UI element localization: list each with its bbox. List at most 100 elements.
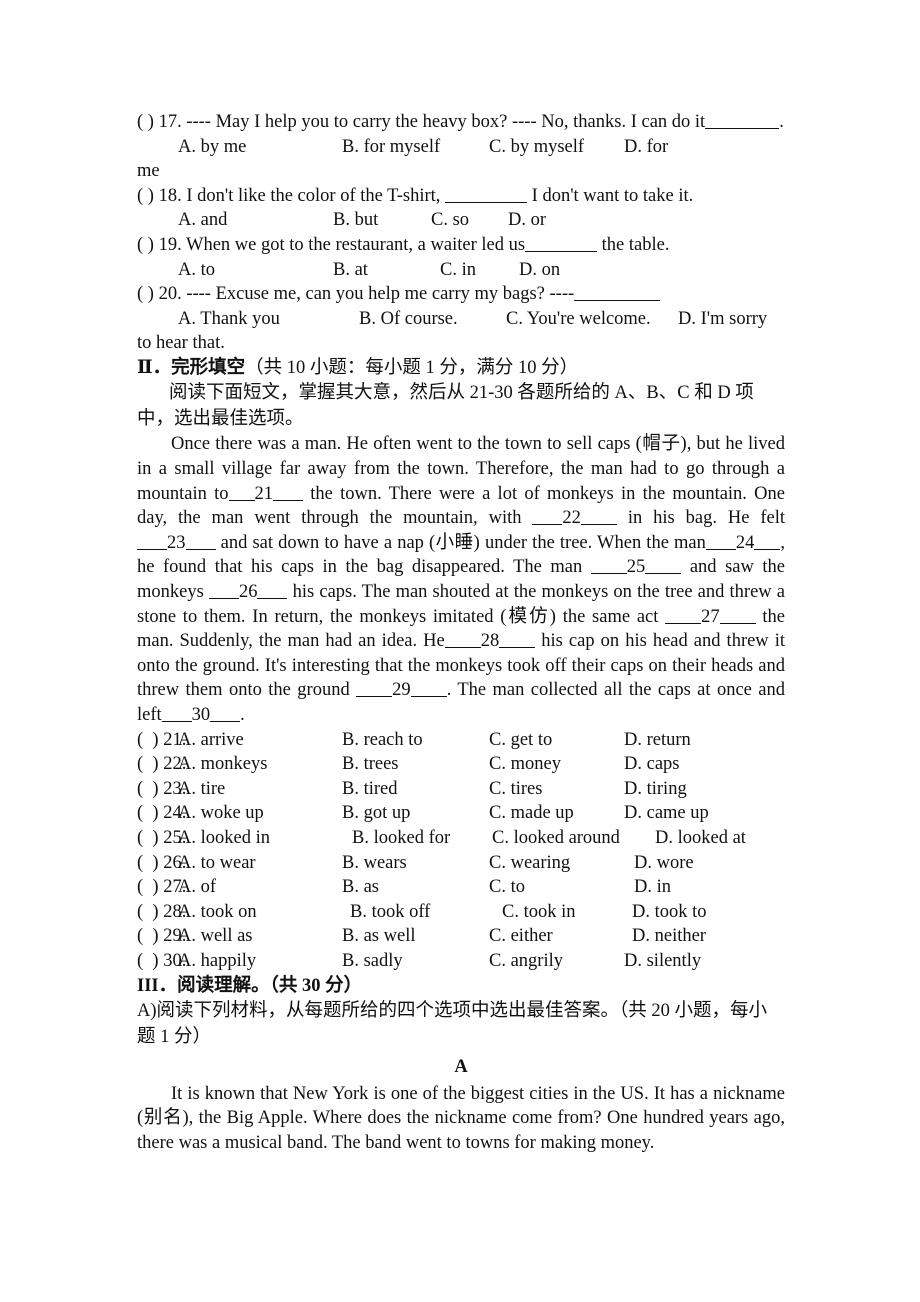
- option-d[interactable]: D. came up: [624, 801, 709, 826]
- cloze-blank-number: 23: [167, 532, 186, 553]
- option-a[interactable]: A. looked in: [178, 826, 270, 851]
- answer-blank[interactable]: [574, 300, 661, 302]
- option-d[interactable]: D. in: [634, 875, 671, 900]
- question-17-options: A. by me B. for myself C. by myself D. f…: [137, 135, 785, 160]
- option-c[interactable]: C. looked around: [492, 826, 620, 851]
- cloze-blank-29[interactable]: 29: [356, 680, 447, 700]
- cloze-option-row: ( ) 28. A. took on B. took off C. took i…: [137, 900, 785, 925]
- option-b[interactable]: B. Of course.: [359, 307, 458, 332]
- option-a[interactable]: A. to: [178, 258, 215, 283]
- option-a[interactable]: A. by me: [178, 135, 246, 160]
- option-c[interactable]: C. money: [489, 752, 561, 777]
- cloze-blank-number: 22: [562, 508, 581, 529]
- cloze-blank-22[interactable]: 22: [532, 508, 617, 528]
- option-b[interactable]: B. sadly: [342, 949, 403, 974]
- option-d[interactable]: D. wore: [634, 851, 694, 876]
- option-d[interactable]: D. I'm sorry: [678, 307, 767, 332]
- option-c[interactable]: C. in: [440, 258, 476, 283]
- option-c[interactable]: C. by myself: [489, 135, 584, 160]
- option-c[interactable]: C. either: [489, 924, 553, 949]
- cloze-option-row: ( ) 30. A. happily B. sadly C. angrily D…: [137, 949, 785, 974]
- cloze-blank-number: 28: [480, 631, 500, 652]
- option-d[interactable]: D. tiring: [624, 777, 687, 802]
- option-d[interactable]: D. took to: [632, 900, 707, 925]
- option-b[interactable]: B. as: [342, 875, 379, 900]
- option-a[interactable]: A. woke up: [178, 801, 264, 826]
- cloze-blank-28[interactable]: 28: [444, 631, 536, 652]
- option-a[interactable]: A. arrive: [178, 728, 244, 753]
- cloze-text-3: in his bag. He felt: [627, 508, 786, 529]
- option-b[interactable]: B. reach to: [342, 728, 423, 753]
- option-b[interactable]: B. trees: [342, 752, 399, 777]
- option-b[interactable]: B. for myself: [342, 135, 440, 160]
- cloze-blank-27[interactable]: 27: [665, 607, 756, 627]
- option-b[interactable]: B. looked for: [352, 826, 450, 851]
- answer-blank[interactable]: [445, 201, 528, 203]
- question-18-options: A. and B. but C. so D. or: [137, 208, 785, 233]
- option-b[interactable]: B. took off: [350, 900, 430, 925]
- option-b[interactable]: B. at: [333, 258, 368, 283]
- cloze-blank-25[interactable]: 25: [590, 557, 682, 578]
- cloze-options-list: ( ) 21. A. arrive B. reach to C. get to …: [137, 728, 785, 974]
- question-18-prompt-right: I don't want to take it.: [531, 185, 694, 206]
- cloze-blank-26[interactable]: 26: [208, 582, 288, 602]
- option-d[interactable]: D. or: [508, 208, 546, 233]
- passage-label-a: A: [454, 1057, 468, 1077]
- option-a[interactable]: A. monkeys: [178, 752, 267, 777]
- option-c[interactable]: C. wearing: [489, 851, 570, 876]
- option-d[interactable]: D. looked at: [655, 826, 746, 851]
- question-20-options: A. Thank you B. Of course. C. You're wel…: [137, 307, 785, 332]
- answer-blank[interactable]: [705, 128, 780, 129]
- option-c[interactable]: C. angrily: [489, 949, 563, 974]
- question-17-prompt-left: ---- May I help you to carry the heavy b…: [186, 112, 508, 132]
- option-d[interactable]: D. for: [624, 135, 668, 160]
- option-b[interactable]: B. wears: [342, 851, 407, 876]
- option-a[interactable]: A. and: [178, 208, 227, 233]
- option-b[interactable]: B. tired: [342, 777, 398, 802]
- option-c[interactable]: C. took in: [502, 900, 576, 925]
- question-19-prompt-right: the table.: [601, 234, 670, 255]
- option-c[interactable]: C. tires: [489, 777, 542, 802]
- option-d[interactable]: D. caps: [624, 752, 679, 777]
- cloze-option-row: ( ) 26. A. to wear B. wears C. wearing D…: [137, 851, 785, 876]
- cloze-blank-23[interactable]: 23: [137, 533, 216, 553]
- option-b[interactable]: B. as well: [342, 924, 415, 949]
- option-a[interactable]: A. well as: [178, 924, 253, 949]
- cloze-blank-24[interactable]: 24: [705, 532, 781, 553]
- option-a[interactable]: A. to wear: [178, 851, 256, 876]
- question-20: ( ) 20. ---- Excuse me, can you help me …: [137, 282, 785, 307]
- option-b[interactable]: B. got up: [342, 801, 410, 826]
- question-18-prompt-left: I don't like the color of the T-shirt,: [186, 185, 441, 206]
- cloze-blank-30[interactable]: 30: [161, 705, 241, 725]
- cloze-blank-21[interactable]: 21: [228, 484, 303, 504]
- answer-blank[interactable]: [525, 250, 598, 252]
- option-a[interactable]: A. happily: [178, 949, 256, 974]
- option-c[interactable]: C. made up: [489, 801, 574, 826]
- option-c[interactable]: C. get to: [489, 728, 552, 753]
- question-19-prompt-left: When we got to the restaurant, a waiter …: [186, 234, 526, 255]
- question-18: ( ) 18. I don't like the color of the T-…: [137, 184, 785, 209]
- question-17-trailing: .: [779, 112, 784, 132]
- cloze-option-row: ( ) 29. A. well as B. as well C. either …: [137, 924, 785, 949]
- cloze-blank-number: 25: [626, 557, 646, 578]
- option-d[interactable]: D. neither: [632, 924, 706, 949]
- option-d[interactable]: D. on: [519, 258, 560, 283]
- option-d[interactable]: D. silently: [624, 949, 701, 974]
- question-19: ( ) 19. When we got to the restaurant, a…: [137, 233, 785, 258]
- option-b[interactable]: B. but: [333, 208, 378, 233]
- option-a[interactable]: A. tire: [178, 777, 225, 802]
- option-c[interactable]: C. You're welcome.: [506, 307, 651, 332]
- question-20-prompt-left: ---- Excuse me, can you help me carry my…: [186, 284, 545, 305]
- option-c[interactable]: C. to: [489, 875, 525, 900]
- page-content: ( ) 17. ---- May I help you to carry the…: [137, 110, 785, 1155]
- cloze-blank-number: 24: [735, 532, 755, 553]
- option-a[interactable]: A. of: [178, 875, 216, 900]
- option-a[interactable]: A. took on: [178, 900, 257, 925]
- cloze-blank-number: 29: [392, 680, 411, 701]
- section-reading-heading: III．阅读理解。（共 30 分）: [137, 974, 785, 1000]
- cloze-option-row: ( ) 25. A. looked in B. looked for C. lo…: [137, 826, 785, 851]
- option-a[interactable]: A. Thank you: [178, 307, 280, 332]
- cloze-option-row: ( ) 24. A. woke up B. got up C. made up …: [137, 801, 785, 826]
- option-c[interactable]: C. so: [431, 208, 469, 233]
- option-d[interactable]: D. return: [624, 728, 691, 753]
